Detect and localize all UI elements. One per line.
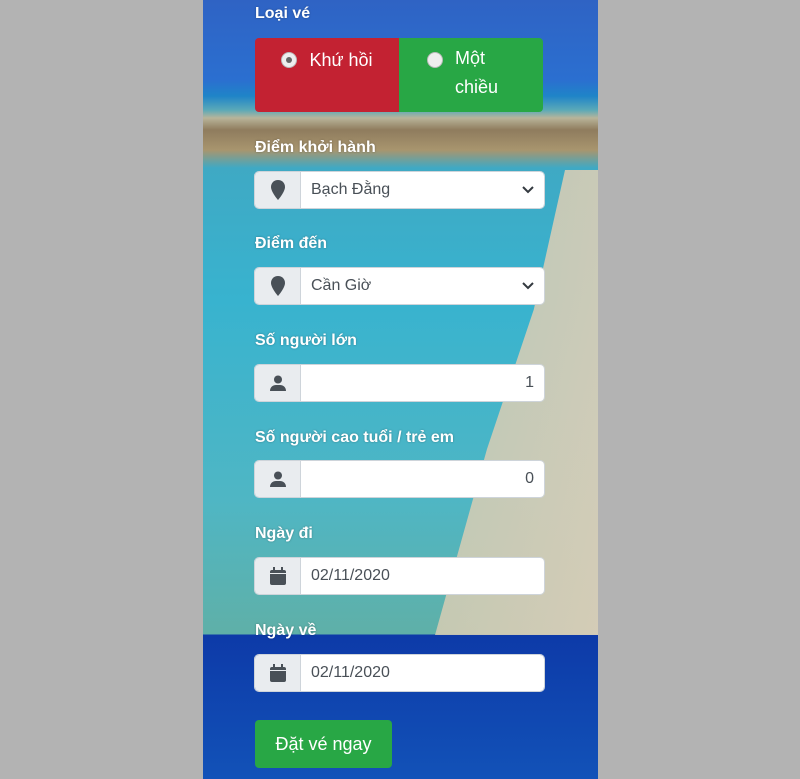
ticket-type-toggle: Khứ hồi Một chiều (255, 38, 543, 112)
depart-date-input[interactable]: 02/11/2020 (255, 558, 544, 594)
depart-date-value[interactable]: 02/11/2020 (301, 558, 544, 594)
depart-date-label: Ngày đi (255, 525, 313, 542)
chevron-down-icon (522, 282, 534, 290)
user-icon (255, 461, 301, 497)
destination-select[interactable]: Cần Giờ (255, 268, 544, 304)
destination-value: Cần Giờ (311, 277, 372, 294)
return-date-label: Ngày về (255, 622, 317, 639)
option-label: Một chiều (455, 48, 499, 97)
calendar-icon (255, 558, 301, 594)
seniors-children-value[interactable]: 0 (301, 461, 544, 497)
radio-icon[interactable] (427, 52, 443, 68)
adults-value[interactable]: 1 (301, 365, 544, 401)
booking-form: Loại vé Khứ hồi Một chiều Điểm khởi hành… (203, 0, 598, 779)
book-now-button[interactable]: Đặt vé ngay (255, 720, 392, 768)
map-marker-icon (255, 172, 301, 208)
adults-label: Số người lớn (255, 332, 357, 349)
return-date-input[interactable]: 02/11/2020 (255, 655, 544, 691)
option-round-trip[interactable]: Khứ hồi (255, 38, 399, 112)
seniors-children-input[interactable]: 0 (255, 461, 544, 497)
seniors-children-label: Số người cao tuổi / trẻ em (255, 429, 454, 446)
option-label: Khứ hồi (309, 50, 373, 70)
map-marker-icon (255, 268, 301, 304)
departure-select[interactable]: Bạch Đằng (255, 172, 544, 208)
destination-label: Điểm đến (255, 235, 328, 252)
departure-label: Điểm khởi hành (255, 139, 376, 156)
calendar-icon (255, 655, 301, 691)
departure-value: Bạch Đằng (311, 181, 391, 198)
chevron-down-icon (522, 186, 534, 194)
adults-input[interactable]: 1 (255, 365, 544, 401)
radio-icon[interactable] (281, 52, 298, 68)
option-one-way[interactable]: Một chiều (399, 38, 543, 112)
return-date-value[interactable]: 02/11/2020 (301, 655, 544, 691)
ticket-type-label: Loại vé (255, 5, 311, 22)
user-icon (255, 365, 301, 401)
